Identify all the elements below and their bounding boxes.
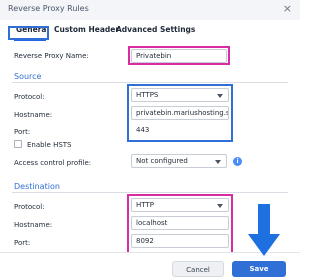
- source-divider: [12, 82, 288, 83]
- chevron-down-icon: [215, 160, 221, 164]
- arrow-down-icon: [248, 204, 280, 256]
- destination-heading: Destination: [14, 182, 60, 191]
- destination-port-input[interactable]: 8092: [131, 234, 229, 248]
- destination-protocol-label: Protocol:: [14, 203, 45, 211]
- chevron-down-icon: [217, 94, 223, 98]
- destination-hostname-label: Hostname:: [14, 221, 53, 229]
- access-control-value: Not configured: [136, 157, 188, 165]
- source-hostname-label: Hostname:: [14, 111, 53, 119]
- source-protocol-select[interactable]: HTTPS: [131, 88, 229, 102]
- dialog-footer: Cancel Save: [0, 252, 300, 280]
- access-control-select[interactable]: Not configured: [131, 154, 227, 168]
- destination-port-label: Port:: [14, 239, 31, 247]
- chevron-down-icon: [217, 204, 223, 208]
- destination-hostname-input[interactable]: localhost: [131, 216, 229, 230]
- cancel-button[interactable]: Cancel: [172, 261, 224, 277]
- source-hostname-input[interactable]: privatebin.mariushosting.s: [131, 106, 229, 120]
- title-bar: Reverse Proxy Rules ×: [0, 0, 300, 20]
- rule-name-label: Reverse Proxy Name:: [14, 52, 89, 60]
- tab-advanced-settings[interactable]: Advanced Settings: [116, 25, 195, 34]
- destination-protocol-value: HTTP: [136, 201, 154, 209]
- destination-protocol-select[interactable]: HTTP: [131, 198, 229, 212]
- source-port-label: Port:: [14, 128, 31, 136]
- save-button[interactable]: Save: [232, 261, 286, 277]
- enable-hsts-checkbox[interactable]: [14, 140, 22, 148]
- general-tab-highlight: [8, 26, 49, 40]
- dialog-title: Reverse Proxy Rules: [8, 4, 89, 13]
- destination-divider: [12, 192, 288, 193]
- source-heading: Source: [14, 72, 42, 81]
- info-icon[interactable]: i: [233, 157, 242, 166]
- reverse-proxy-dialog: Reverse Proxy Rules × General Custom Hea…: [0, 0, 300, 280]
- tab-custom-header[interactable]: Custom Header: [54, 25, 119, 34]
- access-control-label: Access control profile:: [14, 159, 92, 167]
- enable-hsts-label: Enable HSTS: [27, 141, 72, 149]
- rule-name-input[interactable]: Privatebin: [131, 49, 227, 63]
- source-protocol-label: Protocol:: [14, 93, 45, 101]
- source-protocol-value: HTTPS: [136, 91, 159, 99]
- close-icon[interactable]: ×: [283, 3, 292, 15]
- source-port-input[interactable]: 443: [131, 123, 229, 137]
